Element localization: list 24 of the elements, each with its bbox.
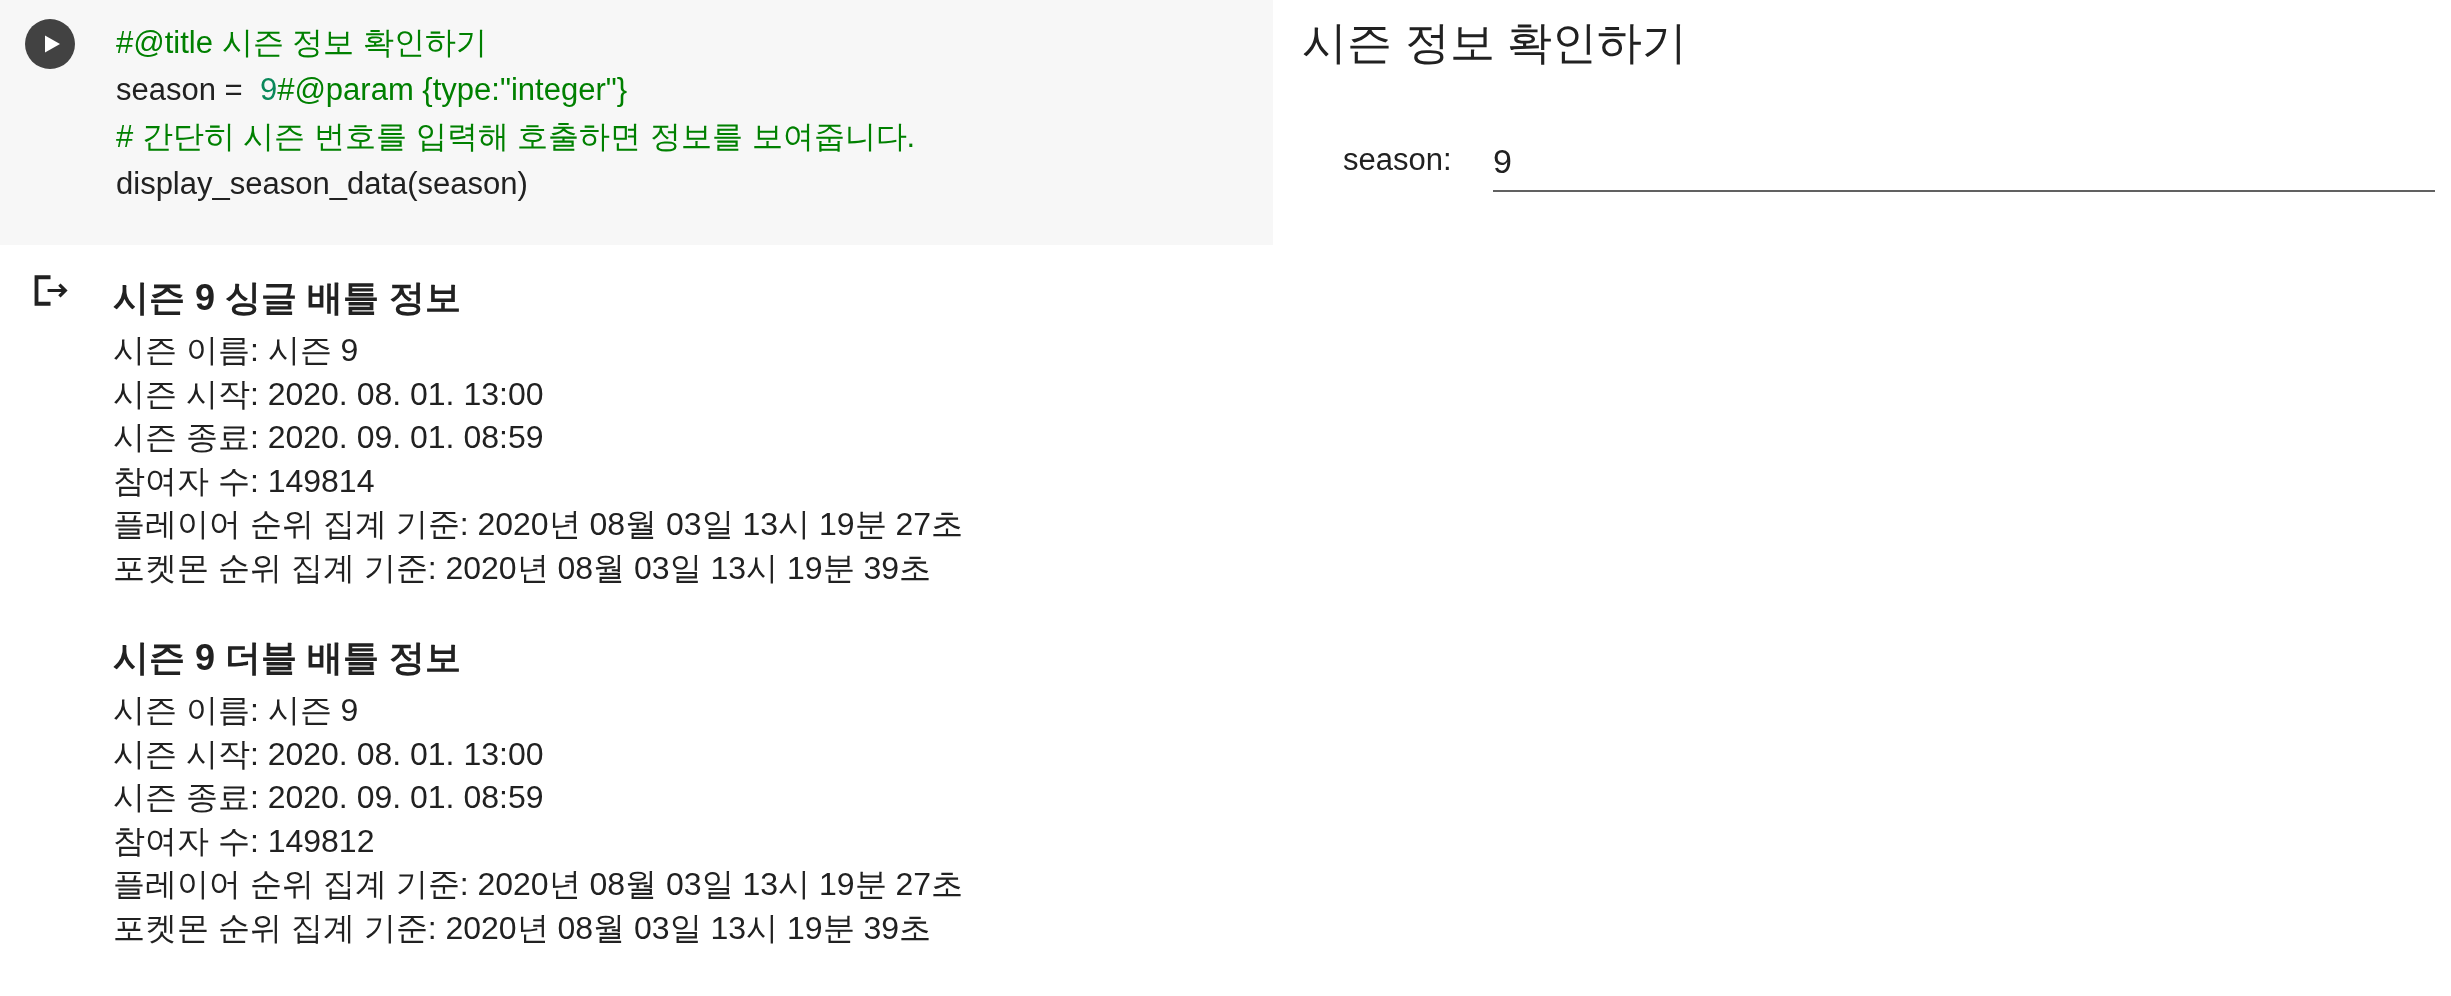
- code-line: # 간단히 시즌 번호를 입력해 호출하면 정보를 보여줍니다.: [116, 118, 916, 156]
- info-line: 참여자 수: 149812: [113, 821, 375, 861]
- info-line: 시즌 이름: 시즌 9: [113, 331, 359, 370]
- field-label: season:: [1343, 141, 1453, 179]
- info-line: 시즌 종료: 2020. 09. 01. 08:59: [113, 778, 544, 817]
- info-line: 시즌 이름: 시즌 9: [113, 691, 359, 730]
- info-line: 포켓몬 순위 집계 기준: 2020년 08월 03일 13시 19분 39초: [113, 548, 932, 588]
- section-heading: 시즌 9 더블 배틀 정보: [113, 636, 462, 680]
- code-line: #@title 시즌 정보 확인하기: [116, 24, 487, 62]
- play-icon: [44, 35, 60, 53]
- info-line: 플레이어 순위 집계 기준: 2020년 08월 03일 13시 19분 27초: [113, 865, 964, 904]
- info-line: 포켓몬 순위 집계 기준: 2020년 08월 03일 13시 19분 39초: [113, 908, 932, 948]
- info-line: 참여자 수: 149814: [113, 461, 375, 501]
- section-heading: 시즌 9 싱글 배틀 정보: [113, 276, 462, 320]
- box-arrow-icon: [34, 275, 70, 306]
- code-line: season = 9#@param {type:"integer"}: [116, 71, 628, 109]
- input-field[interactable]: 9: [1493, 138, 2435, 192]
- run-button[interactable]: [25, 19, 75, 69]
- form-title: 시즌 정보 확인하기: [1302, 16, 1687, 70]
- info-line: 시즌 종료: 2020. 09. 01. 08:59: [113, 418, 544, 457]
- info-line: 시즌 시작: 2020. 08. 01. 13:00: [113, 734, 544, 774]
- info-line: 시즌 시작: 2020. 08. 01. 13:00: [113, 374, 544, 414]
- code-line: display_season_data(season): [116, 165, 528, 203]
- info-line: 플레이어 순위 집계 기준: 2020년 08월 03일 13시 19분 27초: [113, 505, 964, 544]
